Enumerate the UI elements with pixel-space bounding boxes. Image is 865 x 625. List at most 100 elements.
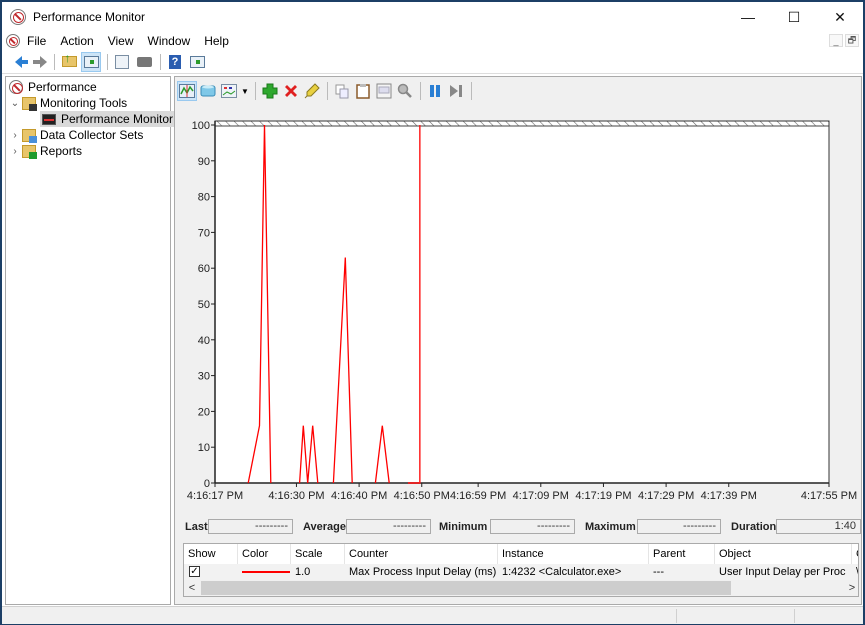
- chevron-right-icon[interactable]: ›: [10, 130, 20, 141]
- tree-item-reports[interactable]: › Reports: [10, 143, 82, 159]
- tree-item-monitoring-tools[interactable]: ⌄ Monitoring Tools: [10, 95, 127, 111]
- toolbar-separator: [255, 82, 256, 100]
- table-header: Show Color Scale Counter Instance Parent…: [184, 544, 858, 564]
- freeze-display-button[interactable]: [425, 81, 445, 101]
- tree-item-performance[interactable]: Performance: [9, 79, 97, 95]
- performance-icon: [9, 80, 23, 94]
- tree-item-performance-monitor[interactable]: Performance Monitor: [40, 111, 177, 127]
- minimum-label: Minimum: [439, 521, 488, 533]
- system-menu-icon[interactable]: [6, 34, 20, 48]
- update-data-button[interactable]: [446, 81, 466, 101]
- monitoring-tools-folder-icon: [22, 96, 37, 111]
- properties-icon: [376, 83, 392, 99]
- mdi-minimize-button[interactable]: _: [829, 34, 843, 47]
- minimize-button[interactable]: —: [725, 2, 771, 32]
- properties-button-chart[interactable]: [374, 81, 394, 101]
- status-separator: [676, 609, 677, 623]
- close-button[interactable]: ✕: [817, 2, 863, 32]
- paste-counter-list-button[interactable]: [353, 81, 373, 101]
- over-range-hatch-bar: [214, 120, 830, 127]
- forward-button[interactable]: [28, 52, 48, 72]
- chevron-down-icon[interactable]: ⌄: [10, 98, 20, 109]
- performance-monitor-window: Performance Monitor — ☐ ✕ File Action Vi…: [0, 0, 865, 625]
- column-header-color[interactable]: Color: [238, 544, 291, 564]
- copy-properties-button[interactable]: [332, 81, 352, 101]
- menu-help[interactable]: Help: [197, 34, 236, 48]
- toolbar-separator: [327, 82, 328, 100]
- zoom-button[interactable]: [395, 81, 415, 101]
- mdi-restore-button[interactable]: 🗗: [845, 34, 859, 47]
- tree-item-label: Reports: [40, 144, 83, 158]
- folder-up-icon: [61, 51, 77, 67]
- performance-monitor-icon: [42, 113, 56, 125]
- maximum-label: Maximum: [585, 521, 636, 533]
- last-label: Last: [185, 521, 208, 533]
- menu-view[interactable]: View: [101, 34, 141, 48]
- mdi-controls: _ 🗗: [829, 34, 859, 47]
- view-current-activity-button[interactable]: [177, 81, 197, 101]
- properties-icon: [115, 54, 129, 69]
- performance-monitor-app-icon: [10, 9, 26, 25]
- scroll-right-button[interactable]: >: [844, 580, 858, 596]
- horizontal-scrollbar[interactable]: < >: [184, 580, 858, 596]
- column-header-show[interactable]: Show: [184, 544, 238, 564]
- average-label: Average: [303, 521, 347, 533]
- up-one-level-button[interactable]: [59, 51, 79, 72]
- help-button[interactable]: ?: [165, 52, 185, 72]
- average-value: ---------: [346, 519, 431, 534]
- y-tick-label: 10: [198, 442, 210, 454]
- forward-arrow-icon: [32, 55, 47, 68]
- view-log-data-button[interactable]: [198, 81, 218, 101]
- x-tick-label: 4:16:40 PM: [331, 490, 387, 502]
- show-checkbox[interactable]: ✓: [189, 566, 200, 577]
- performance-graph[interactable]: 0 10 20 30 40 50 60 70 80 90 100 4:16:17 PM 4:16:30 …: [175, 105, 861, 515]
- y-tick-label: 30: [198, 371, 210, 383]
- scale-cell: 1.0: [295, 566, 311, 578]
- delete-counter-button[interactable]: [281, 81, 301, 101]
- column-header-parent[interactable]: Parent: [649, 544, 715, 564]
- console-tree-icon: [83, 55, 99, 68]
- print-button[interactable]: [134, 52, 154, 72]
- scrollbar-thumb[interactable]: [201, 581, 731, 595]
- x-tick-label: 4:17:55 PM: [801, 490, 857, 502]
- column-header-counter[interactable]: Counter: [345, 544, 498, 564]
- printer-icon: [136, 56, 152, 67]
- chevron-right-icon[interactable]: ›: [10, 146, 20, 157]
- column-header-instance[interactable]: Instance: [498, 544, 649, 564]
- highlight-button[interactable]: [302, 81, 322, 101]
- status-separator: [794, 609, 795, 623]
- column-header-scale[interactable]: Scale: [291, 544, 345, 564]
- x-tick-label: 4:16:59 PM: [450, 490, 506, 502]
- window-controls: — ☐ ✕: [725, 2, 863, 32]
- y-tick-label: 70: [198, 227, 210, 239]
- menu-file[interactable]: File: [20, 34, 53, 48]
- table-row[interactable]: ✓ 1.0 Max Process Input Delay (ms) 1:423…: [184, 564, 858, 580]
- column-header-computer[interactable]: C: [852, 544, 858, 564]
- show-hide-action-pane-button[interactable]: [187, 52, 207, 72]
- column-header-object[interactable]: Object: [715, 544, 852, 564]
- properties-button[interactable]: [112, 52, 132, 72]
- graph-type-dropdown[interactable]: ▼: [240, 81, 250, 101]
- magnifier-icon: [397, 83, 412, 98]
- maximize-button[interactable]: ☐: [771, 2, 817, 32]
- change-graph-type-button[interactable]: [219, 81, 239, 101]
- tree-item-label: Monitoring Tools: [40, 96, 128, 110]
- current-activity-icon: [179, 84, 195, 98]
- y-tick-label: 0: [204, 478, 210, 490]
- tree-item-label: Performance: [28, 80, 97, 94]
- tree-item-label: Data Collector Sets: [40, 128, 144, 142]
- toolbar-separator: [420, 82, 421, 100]
- show-hide-console-tree-button[interactable]: [81, 51, 101, 72]
- tree-item-data-collector-sets[interactable]: › Data Collector Sets: [10, 127, 143, 143]
- log-data-cylinder-icon: [200, 85, 216, 97]
- x-tick-label: 4:16:50 PM: [394, 490, 450, 502]
- add-counter-button[interactable]: [260, 81, 280, 101]
- statistics-bar: Last --------- Average --------- Minimum…: [175, 519, 861, 537]
- menu-window[interactable]: Window: [141, 34, 198, 48]
- add-plus-icon: [262, 83, 278, 99]
- back-button[interactable]: [6, 52, 28, 72]
- title-bar: Performance Monitor — ☐ ✕: [2, 2, 863, 32]
- copy-icon: [335, 84, 349, 99]
- menu-action[interactable]: Action: [53, 34, 100, 48]
- scroll-left-button[interactable]: <: [184, 580, 200, 596]
